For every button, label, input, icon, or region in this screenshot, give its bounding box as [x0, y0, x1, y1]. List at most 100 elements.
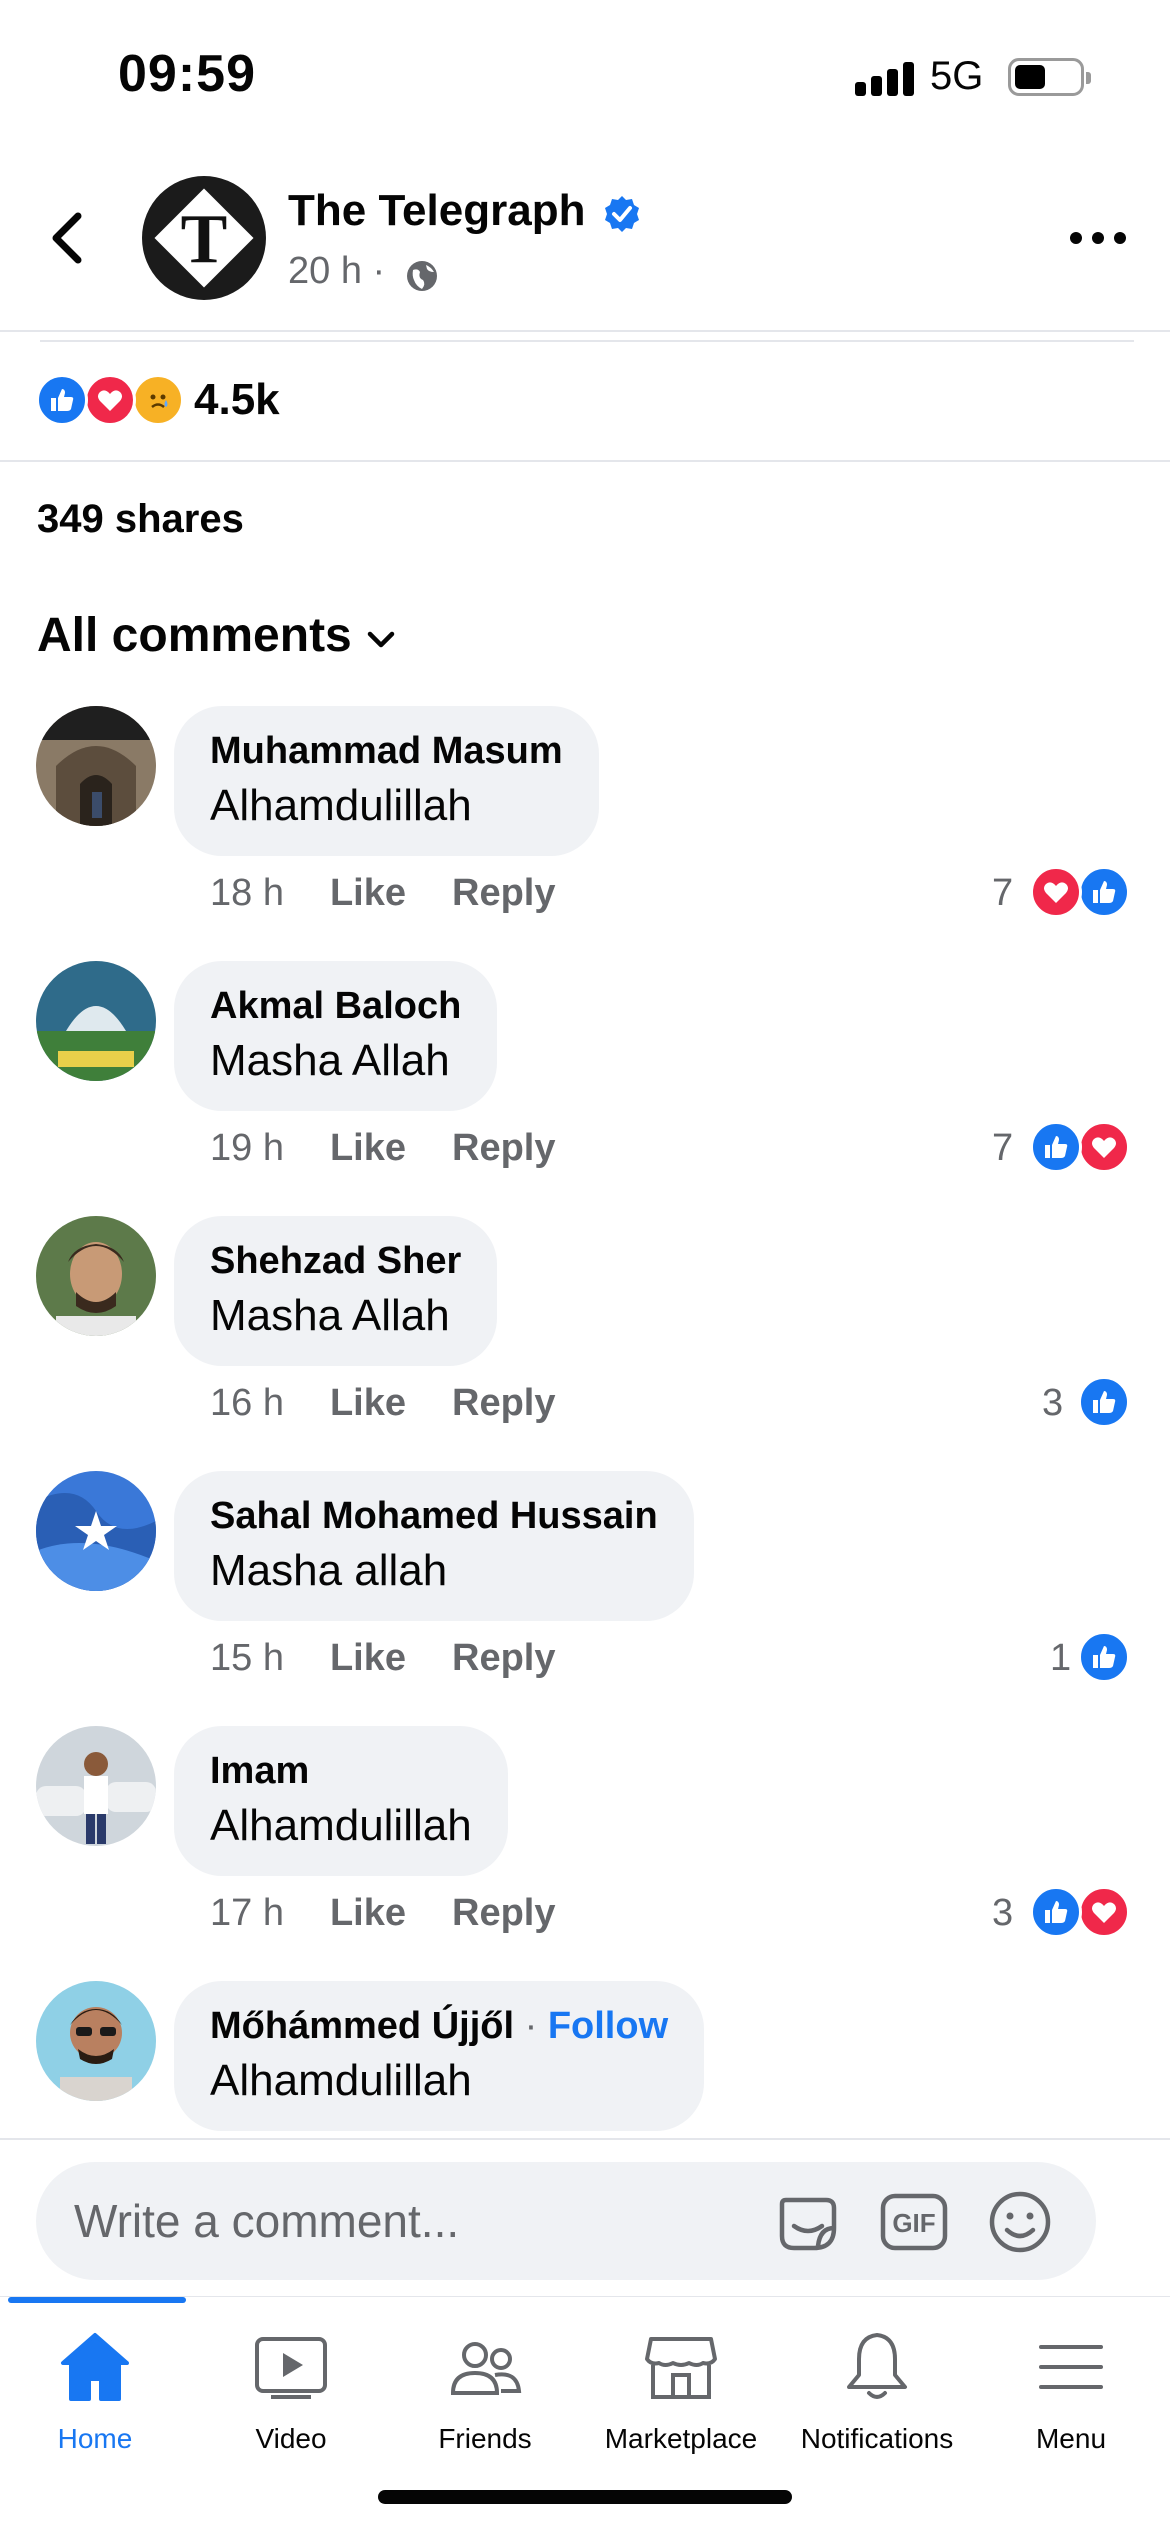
- like-button[interactable]: Like: [330, 1382, 406, 1424]
- avatar-letter: T: [180, 201, 228, 278]
- post-header: T The Telegraph 20 h ·: [0, 150, 1170, 332]
- comment-composer-bar: Write a comment... GIF: [0, 2138, 1170, 2296]
- tab-label: Friends: [438, 2423, 532, 2454]
- comment-actions: 19 h Like Reply: [210, 1127, 556, 1170]
- comment-reactions[interactable]: 7: [992, 1121, 1132, 1173]
- comment-bubble[interactable]: Muhammad Masum Alhamdulillah: [174, 706, 599, 856]
- comment-bubble[interactable]: Sahal Mohamed Hussain Masha allah: [174, 1471, 694, 1621]
- tab-label: Notifications: [800, 2423, 954, 2454]
- reply-button[interactable]: Reply: [452, 1127, 555, 1169]
- comment-actions: 16 h Like Reply: [210, 1382, 556, 1425]
- avatar[interactable]: [36, 1981, 156, 2101]
- tab-label: Home: [57, 2423, 133, 2454]
- tab-notifications[interactable]: Notifications: [782, 2327, 972, 2467]
- follow-button[interactable]: Follow: [548, 2005, 668, 2047]
- comment-text: Masha allah: [210, 1546, 448, 1595]
- like-icon: [1030, 1121, 1082, 1173]
- battery-icon: [1008, 58, 1091, 96]
- network-label: 5G: [930, 54, 984, 98]
- reply-button[interactable]: Reply: [452, 872, 555, 914]
- avatar[interactable]: [36, 1726, 156, 1846]
- comment-item: Shehzad Sher Masha Allah 16 h Like Reply 3: [0, 1216, 1170, 1466]
- chevron-down-icon[interactable]: [364, 622, 398, 656]
- reaction-count: 1: [1050, 1637, 1072, 1679]
- menu-icon: [1039, 2345, 1103, 2389]
- comment-author[interactable]: Imam: [210, 1750, 472, 1793]
- reaction-count: 7: [992, 1127, 1014, 1169]
- comment-reactions[interactable]: 7: [992, 866, 1132, 918]
- tab-marketplace[interactable]: Marketplace: [586, 2327, 776, 2467]
- shares-count[interactable]: 349 shares: [37, 497, 244, 542]
- comment-author[interactable]: Sahal Mohamed Hussain: [210, 1495, 658, 1538]
- reactions-summary[interactable]: 4.5k: [0, 342, 1170, 462]
- avatar[interactable]: [36, 961, 156, 1081]
- verified-badge-icon: [605, 196, 639, 232]
- bell-icon: [847, 2333, 907, 2399]
- sad-icon: [132, 374, 184, 426]
- separator-dot: ·: [524, 2005, 538, 2047]
- comment-author[interactable]: Muhammad Masum: [210, 730, 563, 773]
- page-avatar[interactable]: T: [142, 176, 266, 300]
- reaction-count: 3: [1042, 1382, 1064, 1424]
- comment-author[interactable]: Akmal Baloch: [210, 985, 461, 1028]
- tab-label: Menu: [1035, 2423, 1107, 2454]
- status-time: 09:59: [118, 45, 256, 103]
- comment-time: 17 h: [210, 1892, 284, 1934]
- avatar[interactable]: [36, 1216, 156, 1336]
- sticker-icon[interactable]: [772, 2186, 844, 2258]
- gif-icon[interactable]: GIF: [878, 2186, 950, 2258]
- comment-input-placeholder: Write a comment...: [74, 2195, 460, 2247]
- avatar[interactable]: [36, 706, 156, 826]
- like-button[interactable]: Like: [330, 872, 406, 914]
- comment-text: Alhamdulillah: [210, 1801, 472, 1850]
- comment-bubble[interactable]: Shehzad Sher Masha Allah: [174, 1216, 498, 1366]
- more-options-icon[interactable]: [1070, 228, 1126, 248]
- love-icon: [1078, 1886, 1130, 1938]
- reply-button[interactable]: Reply: [452, 1892, 555, 1934]
- comment-bubble[interactable]: Imam Alhamdulillah: [174, 1726, 508, 1876]
- avatar[interactable]: [36, 1471, 156, 1591]
- like-button[interactable]: Like: [330, 1637, 406, 1679]
- svg-text:GIF: GIF: [892, 2208, 935, 2238]
- home-indicator: [378, 2490, 792, 2504]
- comments-filter[interactable]: All comments: [37, 608, 352, 663]
- tab-label: Video: [255, 2423, 327, 2454]
- tab-friends[interactable]: Friends: [390, 2327, 580, 2467]
- globe-icon: [407, 261, 437, 291]
- emoji-icon[interactable]: [984, 2186, 1056, 2258]
- like-icon: [1078, 1376, 1130, 1428]
- comment-time: 15 h: [210, 1637, 284, 1679]
- reply-button[interactable]: Reply: [452, 1382, 555, 1424]
- like-button[interactable]: Like: [330, 1892, 406, 1934]
- comment-author[interactable]: Mőhámmed Újjől: [210, 2005, 514, 2047]
- comment-text: Alhamdulillah: [210, 781, 472, 830]
- comment-time: 16 h: [210, 1382, 284, 1424]
- reaction-count: 7: [992, 872, 1014, 914]
- tab-video[interactable]: Video: [196, 2327, 386, 2467]
- page-name[interactable]: The Telegraph: [288, 186, 585, 236]
- love-icon: [1030, 866, 1082, 918]
- comment-text: Alhamdulillah: [210, 2056, 472, 2105]
- active-tab-indicator: [8, 2297, 186, 2303]
- comment-author[interactable]: Shehzad Sher: [210, 1240, 461, 1283]
- back-button[interactable]: [44, 208, 94, 268]
- comment-text: Masha Allah: [210, 1036, 450, 1085]
- love-icon: [1078, 1121, 1130, 1173]
- signal-icon: [855, 60, 915, 96]
- comment-input[interactable]: Write a comment... GIF: [36, 2162, 1096, 2280]
- comment-author-line: Mőhámmed Újjől · Follow: [210, 2005, 668, 2048]
- comment-actions: 15 h Like Reply: [210, 1637, 556, 1680]
- comment-bubble[interactable]: Akmal Baloch Masha Allah: [174, 961, 498, 1111]
- comment-reactions[interactable]: 3: [992, 1886, 1132, 1938]
- like-button[interactable]: Like: [330, 1127, 406, 1169]
- tab-home[interactable]: Home: [0, 2327, 190, 2467]
- comment-bubble[interactable]: Mőhámmed Újjől · Follow Alhamdulillah: [174, 1981, 705, 2131]
- tab-menu[interactable]: Menu: [976, 2327, 1166, 2467]
- post-time: 20 h ·: [288, 250, 386, 292]
- love-icon: [84, 374, 136, 426]
- reaction-count: 3: [992, 1892, 1014, 1934]
- comment-reactions[interactable]: 3: [1042, 1376, 1132, 1428]
- comment-reactions[interactable]: 1: [1050, 1631, 1132, 1683]
- reply-button[interactable]: Reply: [452, 1637, 555, 1679]
- video-icon: [255, 2337, 327, 2399]
